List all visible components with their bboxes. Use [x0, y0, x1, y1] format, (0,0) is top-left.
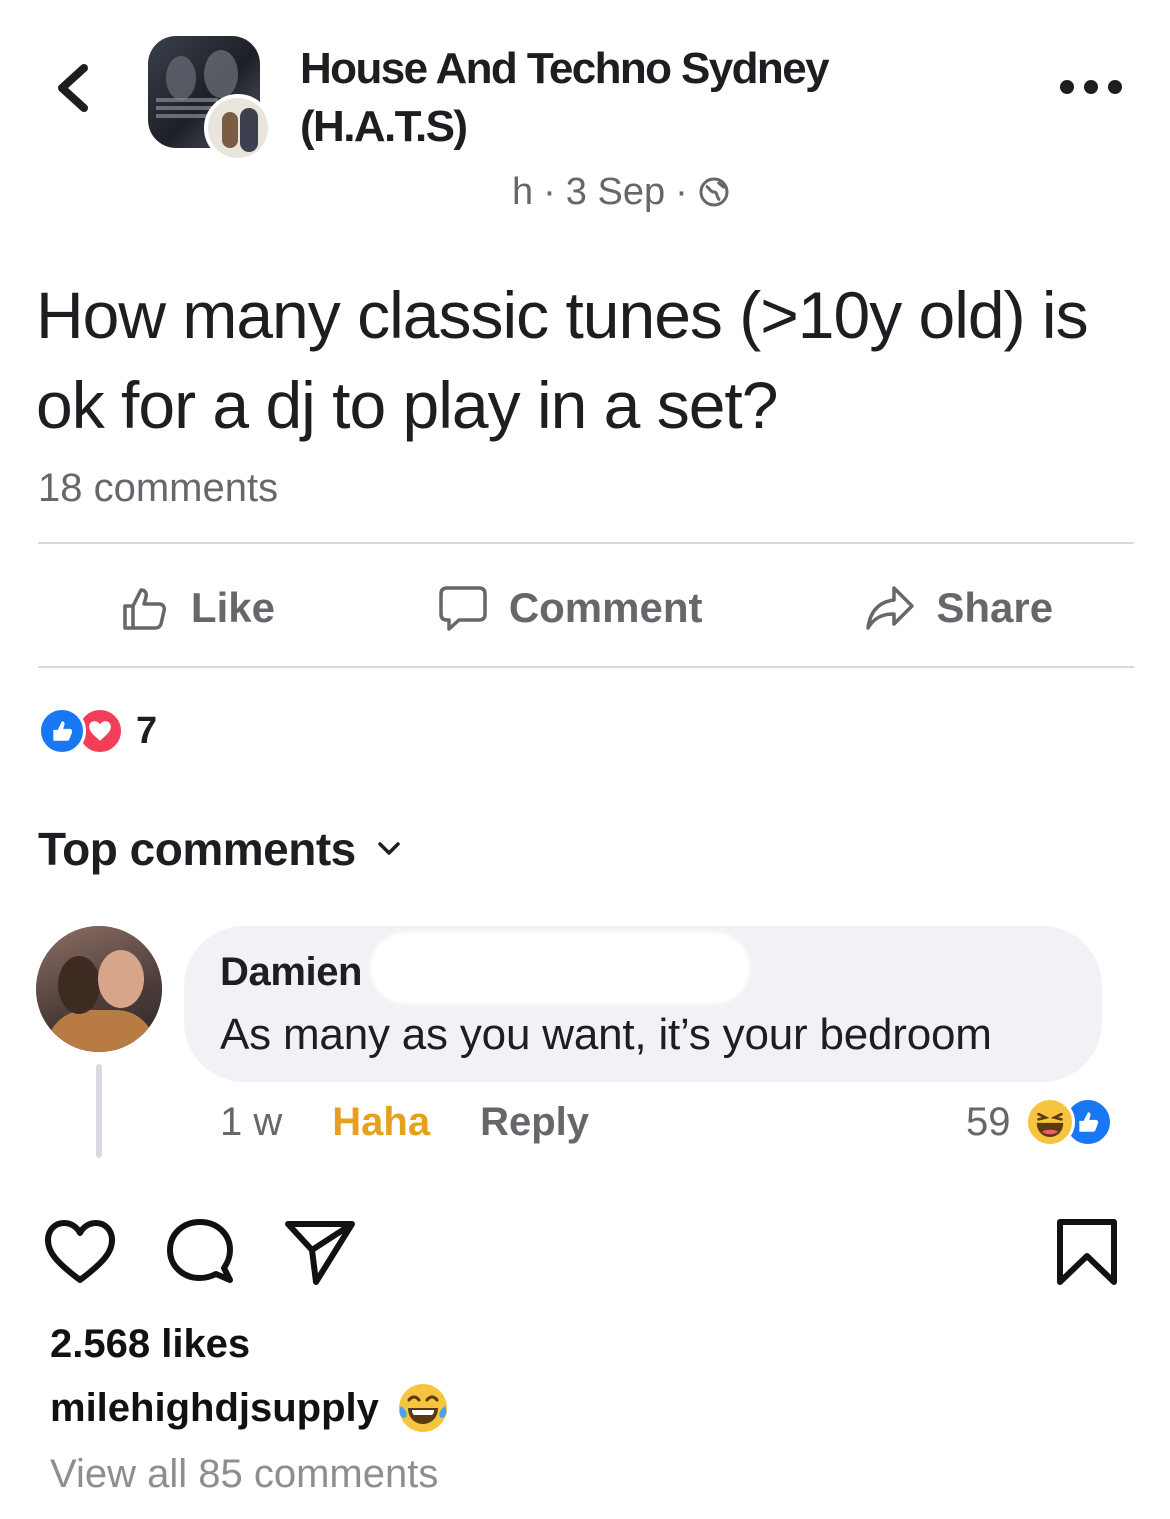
meta-separator: · — [543, 170, 556, 213]
post-date[interactable]: 3 Sep — [566, 171, 665, 214]
likes-count[interactable]: 2.568 likes — [50, 1322, 250, 1367]
globe-icon — [699, 177, 729, 207]
dot — [1108, 80, 1122, 94]
dot — [1060, 80, 1074, 94]
comment-reactions[interactable]: 59 — [966, 1096, 1113, 1148]
caption: milehighdjsupply — [50, 1380, 451, 1436]
divider — [38, 666, 1134, 668]
comment-button[interactable]: Comment — [437, 582, 703, 634]
reaction-count: 7 — [136, 709, 158, 752]
share-label: Share — [936, 584, 1054, 631]
comment-icon[interactable] — [162, 1214, 238, 1290]
meta-separator: · — [675, 170, 688, 213]
chevron-left-icon — [58, 64, 88, 112]
heart-icon[interactable] — [42, 1214, 118, 1290]
comment-meta: 1 w Haha Reply — [220, 1096, 589, 1148]
like-button[interactable]: Like — [119, 582, 275, 634]
haha-reaction-icon — [1024, 1097, 1075, 1147]
comment-reaction-button[interactable]: Haha — [332, 1100, 430, 1145]
comment-label: Comment — [508, 584, 703, 631]
comment-author[interactable]: Damien — [220, 950, 362, 995]
poster-avatar — [204, 94, 272, 162]
post-actions-bar: Like Comment Share — [38, 566, 1134, 650]
group-avatar-stack[interactable] — [148, 36, 278, 162]
like-reaction-icon — [38, 707, 86, 755]
caption-username[interactable]: milehighdjsupply — [50, 1386, 379, 1431]
back-button[interactable] — [44, 52, 104, 122]
top-comments-label: Top comments — [38, 823, 356, 875]
top-comments-sort[interactable]: Top comments — [38, 822, 404, 876]
comment-count[interactable]: 18 comments — [38, 466, 278, 511]
comment-time: 1 w — [220, 1099, 283, 1144]
chevron-down-icon — [377, 842, 400, 855]
post-text: How many classic tunes (>10y old) is ok … — [36, 278, 1089, 442]
thumbs-up-icon — [123, 588, 166, 630]
view-all-comments-link[interactable]: View all 85 comments — [50, 1452, 438, 1497]
comment-reaction-count: 59 — [966, 1099, 1011, 1144]
post-meta: h · 3 Sep · — [512, 166, 730, 218]
reply-button[interactable]: Reply — [480, 1100, 589, 1145]
share-button[interactable]: Share — [864, 582, 1053, 634]
send-icon[interactable] — [282, 1214, 358, 1290]
tears-of-joy-emoji-icon — [398, 1384, 447, 1432]
more-options-button[interactable] — [1060, 72, 1126, 102]
post-time: h — [512, 170, 534, 213]
divider — [38, 542, 1134, 544]
commenter-avatar[interactable] — [36, 926, 162, 1052]
share-arrow-icon — [866, 586, 915, 630]
speech-bubble-icon — [439, 586, 487, 631]
bookmark-icon[interactable] — [1050, 1214, 1126, 1290]
comment-text: As many as you want, it’s your bedroom — [220, 1010, 992, 1059]
post-reactions[interactable]: 7 — [38, 704, 157, 758]
dot — [1084, 80, 1098, 94]
thread-line — [96, 1064, 102, 1158]
like-label: Like — [190, 584, 275, 631]
group-name[interactable]: House And Techno Sydney (H.A.T.S) — [300, 40, 900, 156]
redaction-mark — [370, 932, 750, 1004]
